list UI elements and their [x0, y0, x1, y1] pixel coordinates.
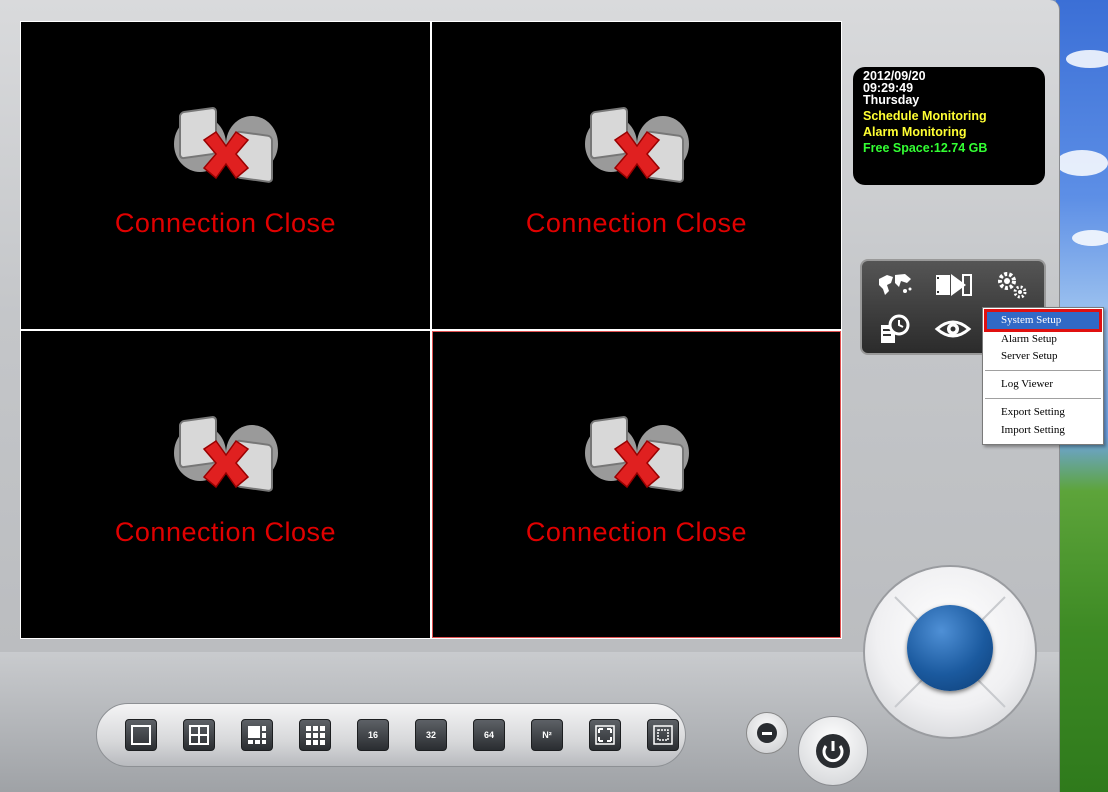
- menu-item-server-setup[interactable]: Server Setup: [987, 348, 1099, 365]
- nine-view-icon: [306, 726, 325, 745]
- fullscreen-icon: [595, 725, 615, 745]
- eye-icon: [934, 320, 972, 338]
- layout-32-label: 32: [425, 730, 436, 740]
- playback-button[interactable]: [926, 265, 980, 305]
- layout-6-button[interactable]: [241, 719, 273, 751]
- settings-context-menu: System Setup Alarm Setup Server Setup Lo…: [982, 307, 1104, 445]
- weekday-text: Thursday: [863, 93, 920, 107]
- disconnected-icon: [173, 416, 278, 492]
- alarm-monitoring-status: Alarm Monitoring: [863, 125, 967, 139]
- menu-separator: [985, 398, 1101, 399]
- ptz-joystick-ball[interactable]: [907, 605, 993, 691]
- layout-n2-label: N²: [542, 730, 552, 740]
- video-channel-1[interactable]: Connection Close: [21, 22, 430, 329]
- layout-32-button[interactable]: 32: [415, 719, 447, 751]
- schedule-monitoring-status: Schedule Monitoring: [863, 109, 987, 123]
- power-button[interactable]: [798, 716, 868, 786]
- disconnected-icon: [584, 416, 689, 492]
- connection-status: Connection Close: [525, 517, 748, 547]
- ptz-control[interactable]: [865, 567, 1035, 737]
- menu-item-system-setup[interactable]: System Setup: [984, 309, 1102, 332]
- layout-64-label: 64: [483, 730, 494, 740]
- layout-16-label: 16: [367, 730, 378, 740]
- gears-icon: [998, 272, 1027, 299]
- fullscreen-button[interactable]: [589, 719, 621, 751]
- single-view-icon: [131, 725, 151, 745]
- menu-item-export-setting[interactable]: Export Setting: [987, 404, 1099, 421]
- disconnected-icon: [584, 107, 689, 183]
- layout-n2-button[interactable]: N²: [531, 719, 563, 751]
- menu-item-log-viewer[interactable]: Log Viewer: [987, 376, 1099, 393]
- sequence-icon: [653, 725, 673, 745]
- layout-1-button[interactable]: [125, 719, 157, 751]
- layout-64-button[interactable]: 64: [473, 719, 505, 751]
- connection-status: Connection Close: [525, 208, 748, 238]
- menu-item-alarm-setup[interactable]: Alarm Setup: [987, 331, 1099, 348]
- sequence-button[interactable]: [647, 719, 679, 751]
- video-channel-2[interactable]: Connection Close: [432, 22, 841, 329]
- power-icon: [816, 734, 850, 768]
- menu-separator: [985, 370, 1101, 371]
- video-channel-4[interactable]: Connection Close: [432, 331, 841, 638]
- settings-button[interactable]: [986, 265, 1040, 305]
- world-map-icon: [879, 274, 912, 295]
- video-grid: Connection Close Connection Close Connec…: [20, 21, 842, 639]
- schedule-log-button[interactable]: [868, 309, 922, 349]
- minimize-button[interactable]: [746, 712, 788, 754]
- layout-16-button[interactable]: 16: [357, 719, 389, 751]
- status-info-panel: 2012/09/20 09:29:49 Thursday Schedule Mo…: [853, 67, 1045, 185]
- map-button[interactable]: [868, 265, 922, 305]
- menu-item-import-setting[interactable]: Import Setting: [987, 422, 1099, 439]
- layout-9-button[interactable]: [299, 719, 331, 751]
- clock-document-icon: [881, 314, 910, 343]
- live-view-button[interactable]: [926, 309, 980, 349]
- video-channel-3[interactable]: Connection Close: [21, 331, 430, 638]
- app-window: Connection Close Connection Close Connec…: [0, 0, 1060, 792]
- layout-toolbar: 16 32 64 N²: [96, 703, 686, 767]
- video-playback-icon: [936, 274, 972, 296]
- six-view-icon: [248, 726, 266, 744]
- layout-4-button[interactable]: [183, 719, 215, 751]
- connection-status: Connection Close: [114, 208, 337, 238]
- quad-view-icon: [189, 725, 209, 745]
- connection-status: Connection Close: [114, 517, 337, 547]
- disconnected-icon: [173, 107, 278, 183]
- free-space-status: Free Space:12.74 GB: [863, 141, 988, 155]
- minus-icon: [757, 723, 777, 743]
